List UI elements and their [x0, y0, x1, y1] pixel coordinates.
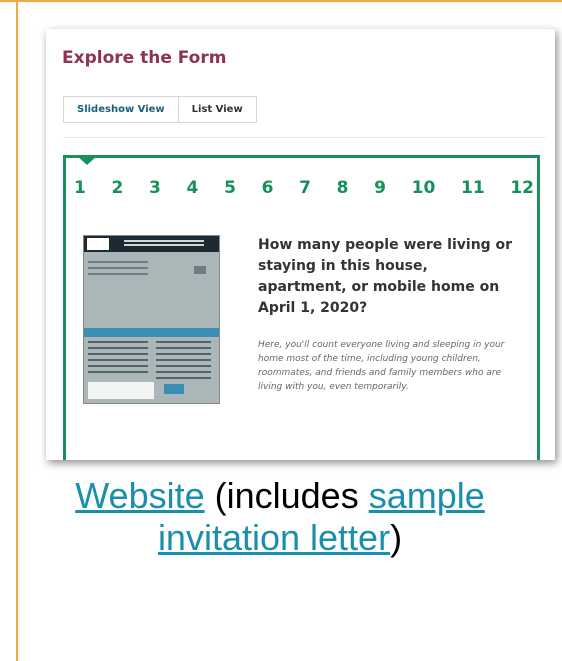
step-5[interactable]: 5: [224, 178, 236, 198]
census-logo: [87, 238, 109, 250]
thumbnail-answer-box: [88, 382, 154, 399]
caption-text-includes: (includes: [204, 475, 369, 516]
house-icon: [194, 266, 206, 274]
question-slider: 1 2 3 4 5 6 7 8 9 10 11 12 How many peop…: [63, 155, 540, 460]
step-4[interactable]: 4: [187, 178, 199, 198]
frame-top-border: [0, 0, 562, 2]
step-11[interactable]: 11: [461, 178, 485, 198]
step-1[interactable]: 1: [74, 178, 86, 198]
view-tabs: Slideshow View List View: [63, 96, 257, 123]
thumbnail-text-lines: [88, 261, 148, 263]
website-caption: Website (includes sample invitation lett…: [30, 475, 530, 559]
step-10[interactable]: 10: [412, 178, 436, 198]
thumbnail-right-column: [156, 341, 211, 343]
thumbnail-blue-band: [84, 328, 219, 337]
form-page-thumbnail: [83, 235, 220, 404]
step-9[interactable]: 9: [374, 178, 386, 198]
current-step-pointer: [76, 155, 98, 165]
step-7[interactable]: 7: [299, 178, 311, 198]
question-text: How many people were living or staying i…: [258, 237, 513, 316]
thumbnail-blue-box: [164, 384, 184, 394]
step-navigation: 1 2 3 4 5 6 7 8 9 10 11 12: [74, 178, 534, 198]
tab-slideshow-view[interactable]: Slideshow View: [63, 96, 179, 123]
step-2[interactable]: 2: [112, 178, 124, 198]
question-description: Here, you'll count everyone living and s…: [258, 340, 505, 392]
tab-list-view[interactable]: List View: [178, 96, 257, 123]
explore-form-title: Explore the Form: [62, 48, 227, 68]
step-3[interactable]: 3: [149, 178, 161, 198]
form-explorer-screenshot: Explore the Form Slideshow View List Vie…: [46, 29, 555, 460]
divider: [63, 137, 546, 138]
thumbnail-header: [84, 236, 219, 252]
website-link[interactable]: Website: [75, 475, 204, 516]
step-8[interactable]: 8: [337, 178, 349, 198]
frame-left-border: [16, 0, 18, 661]
thumbnail-left-column: [88, 341, 148, 343]
caption-text-close: ): [390, 517, 403, 558]
step-6[interactable]: 6: [262, 178, 274, 198]
step-12[interactable]: 12: [510, 178, 534, 198]
thumbnail-header-text: [124, 240, 204, 242]
